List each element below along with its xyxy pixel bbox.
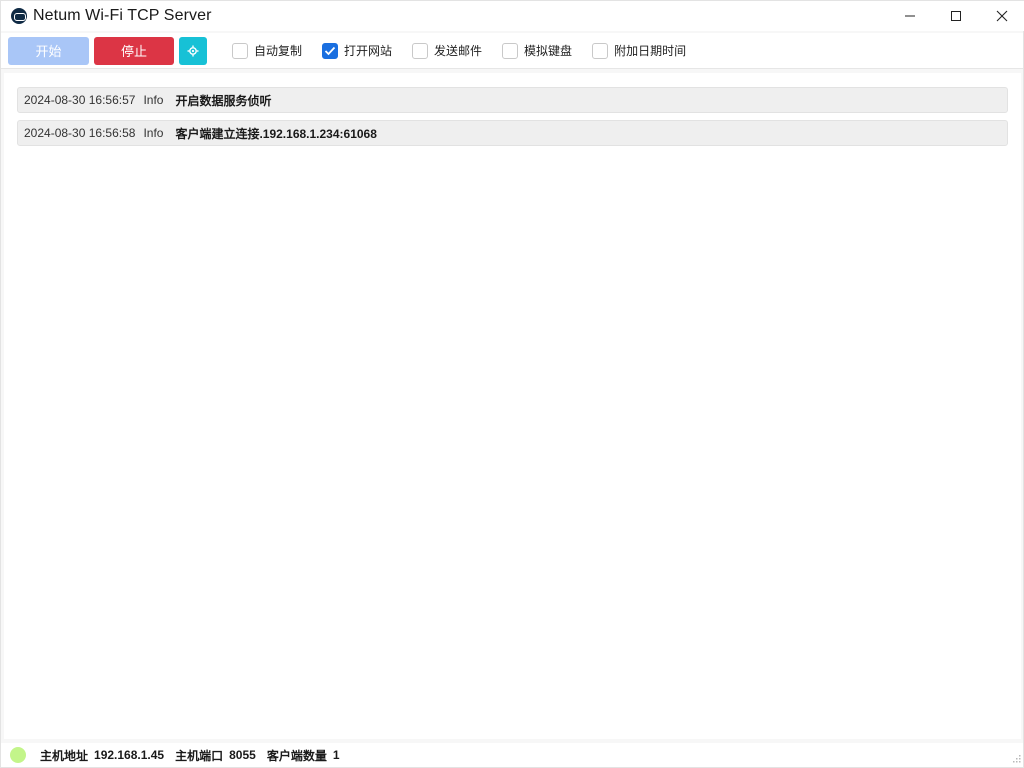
- checkbox-label: 模拟键盘: [524, 44, 573, 58]
- checkbox-box[interactable]: [502, 42, 519, 59]
- log-message: 客户端建立连接.192.168.1.234:61068: [175, 126, 377, 141]
- option-checkboxes: 自动复制 打开网站 发送邮件 模拟键盘 附加日期时间: [232, 42, 706, 59]
- title-bar[interactable]: Netum Wi-Fi TCP Server: [1, 1, 1024, 31]
- log-time: 2024-08-30 16:56:57: [24, 93, 136, 107]
- checkbox-box[interactable]: [322, 42, 339, 59]
- log-level: Info: [143, 126, 164, 140]
- minimize-icon: [905, 15, 915, 17]
- checkbox-box[interactable]: [412, 42, 429, 59]
- checkbox-box[interactable]: [592, 42, 609, 59]
- checkmark-icon: [324, 46, 336, 55]
- checkbox-label: 附加日期时间: [614, 44, 687, 58]
- client-count-label: 客户端数量: [266, 748, 327, 763]
- checkbox-label: 发送邮件: [434, 44, 483, 58]
- close-button[interactable]: [979, 1, 1024, 31]
- host-address-value: 192.168.1.45: [94, 748, 165, 762]
- status-bar: 主机地址 192.168.1.45 主机端口 8055 客户端数量 1: [1, 743, 1023, 767]
- log-panel[interactable]: 2024-08-30 16:56:57 Info 开启数据服务侦听 2024-0…: [4, 73, 1021, 739]
- client-count-value: 1: [332, 748, 340, 762]
- checkbox-box[interactable]: [232, 42, 248, 59]
- checkbox-label: 打开网站: [344, 44, 393, 58]
- send-email-checkbox[interactable]: 发送邮件: [412, 42, 482, 59]
- log-level: Info: [143, 93, 164, 107]
- maximize-icon: [951, 11, 961, 21]
- log-time: 2024-08-30 16:56:58: [24, 126, 136, 140]
- host-address-label: 主机地址: [40, 748, 89, 763]
- app-logo-icon: [11, 8, 27, 24]
- open-website-checkbox[interactable]: 打开网站: [322, 42, 392, 59]
- app-window: Netum Wi-Fi TCP Server 开始 停止 自动复制 打开网站 发…: [0, 0, 1024, 768]
- maximize-button[interactable]: [933, 1, 979, 31]
- minimize-button[interactable]: [887, 1, 933, 31]
- status-indicator: [10, 747, 26, 763]
- stop-button[interactable]: 停止: [94, 36, 174, 65]
- append-datetime-checkbox[interactable]: 附加日期时间: [592, 42, 686, 59]
- log-entry[interactable]: 2024-08-30 16:56:58 Info 客户端建立连接.192.168…: [17, 120, 1008, 146]
- close-icon: [996, 10, 1008, 22]
- window-controls: [887, 1, 1024, 31]
- log-entry[interactable]: 2024-08-30 16:56:57 Info 开启数据服务侦听: [17, 87, 1008, 113]
- simulate-keyboard-checkbox[interactable]: 模拟键盘: [502, 42, 572, 59]
- host-port-value: 8055: [229, 748, 256, 762]
- gear-icon: [187, 45, 199, 56]
- log-message: 开启数据服务侦听: [175, 93, 272, 108]
- auto-copy-checkbox[interactable]: 自动复制: [232, 42, 302, 59]
- host-port-label: 主机端口: [175, 748, 224, 763]
- resize-grip-icon[interactable]: [1011, 755, 1021, 765]
- toolbar: 开始 停止 自动复制 打开网站 发送邮件 模拟键盘 附加日期时间: [1, 33, 1023, 69]
- settings-button[interactable]: [179, 36, 207, 65]
- checkbox-label: 自动复制: [254, 44, 303, 58]
- start-button[interactable]: 开始: [8, 36, 89, 65]
- window-title: Netum Wi-Fi TCP Server: [33, 7, 212, 24]
